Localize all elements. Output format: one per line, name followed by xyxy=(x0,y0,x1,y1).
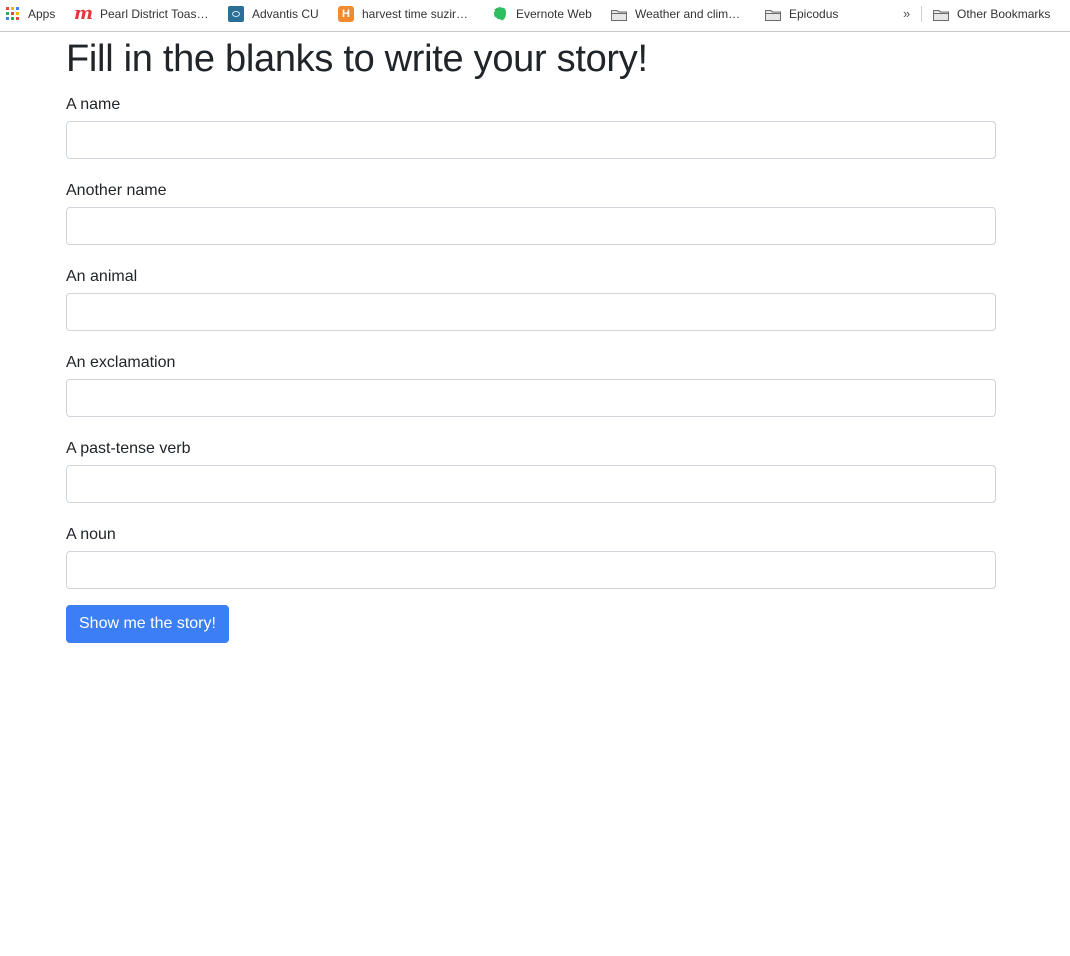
form-group-animal: An animal xyxy=(66,258,996,344)
past-tense-verb-input[interactable] xyxy=(66,465,996,503)
evernote-icon xyxy=(492,6,508,22)
another-name-input[interactable] xyxy=(66,207,996,245)
bookmark-label: Apps xyxy=(28,7,56,21)
story-form-container: Fill in the blanks to write your story! … xyxy=(66,32,996,643)
animal-input[interactable] xyxy=(66,293,996,331)
bookmark-evernote[interactable]: Evernote Web xyxy=(492,0,592,28)
bookmark-apps[interactable]: Apps xyxy=(6,0,55,28)
bookmark-folder-epicodus[interactable]: Epicodus xyxy=(765,0,838,28)
exclamation-input[interactable] xyxy=(66,379,996,417)
form-group-exclamation: An exclamation xyxy=(66,344,996,430)
folder-icon xyxy=(765,9,781,21)
meetup-icon: m xyxy=(74,3,94,24)
another-name-label: Another name xyxy=(66,182,167,199)
name-label: A name xyxy=(66,96,121,113)
bookmark-folder-weather[interactable]: Weather and clim… xyxy=(611,0,740,28)
animal-label: An animal xyxy=(66,268,138,285)
bookmark-label: Pearl District Toas… xyxy=(100,7,209,21)
bookmark-advantis-cu[interactable]: Advantis CU xyxy=(228,0,319,28)
bookmark-pearl-district[interactable]: m Pearl District Toas… xyxy=(74,0,208,28)
bookmark-label: Other Bookmarks xyxy=(957,7,1051,21)
form-group-noun: A noun xyxy=(66,516,996,602)
bookmark-label: Epicodus xyxy=(789,7,839,21)
advantis-icon xyxy=(228,6,244,22)
form-group-another-name: Another name xyxy=(66,172,996,258)
harvest-icon: H xyxy=(338,6,354,22)
bookmark-other-bookmarks[interactable]: Other Bookmarks xyxy=(933,0,1050,28)
folder-icon xyxy=(611,9,627,21)
bookmarks-bar: Apps m Pearl District Toas… Advantis CU … xyxy=(0,0,1070,32)
page-title: Fill in the blanks to write your story! xyxy=(66,38,648,80)
show-story-button[interactable]: Show me the story! xyxy=(66,605,229,643)
bookmark-label: Advantis CU xyxy=(252,7,319,21)
bookmarks-overflow-button[interactable]: » xyxy=(903,0,910,28)
form-group-past-tense-verb: A past-tense verb xyxy=(66,430,996,516)
bookmark-label: Evernote Web xyxy=(516,7,592,21)
story-form: A name Another name An animal An exclama… xyxy=(66,86,996,643)
bookmark-label: Weather and clim… xyxy=(635,7,741,21)
bookmark-label: harvest time suzir… xyxy=(362,7,469,21)
name-input[interactable] xyxy=(66,121,996,159)
noun-input[interactable] xyxy=(66,551,996,589)
exclamation-label: An exclamation xyxy=(66,354,176,371)
apps-grid-icon xyxy=(6,7,20,21)
folder-icon xyxy=(933,9,949,21)
form-group-name: A name xyxy=(66,86,996,172)
bookmark-harvest[interactable]: H harvest time suzir… xyxy=(338,0,468,28)
bookmarks-divider xyxy=(921,6,922,22)
past-tense-verb-label: A past-tense verb xyxy=(66,440,191,457)
noun-label: A noun xyxy=(66,526,116,543)
double-chevron-right-icon: » xyxy=(903,6,911,21)
